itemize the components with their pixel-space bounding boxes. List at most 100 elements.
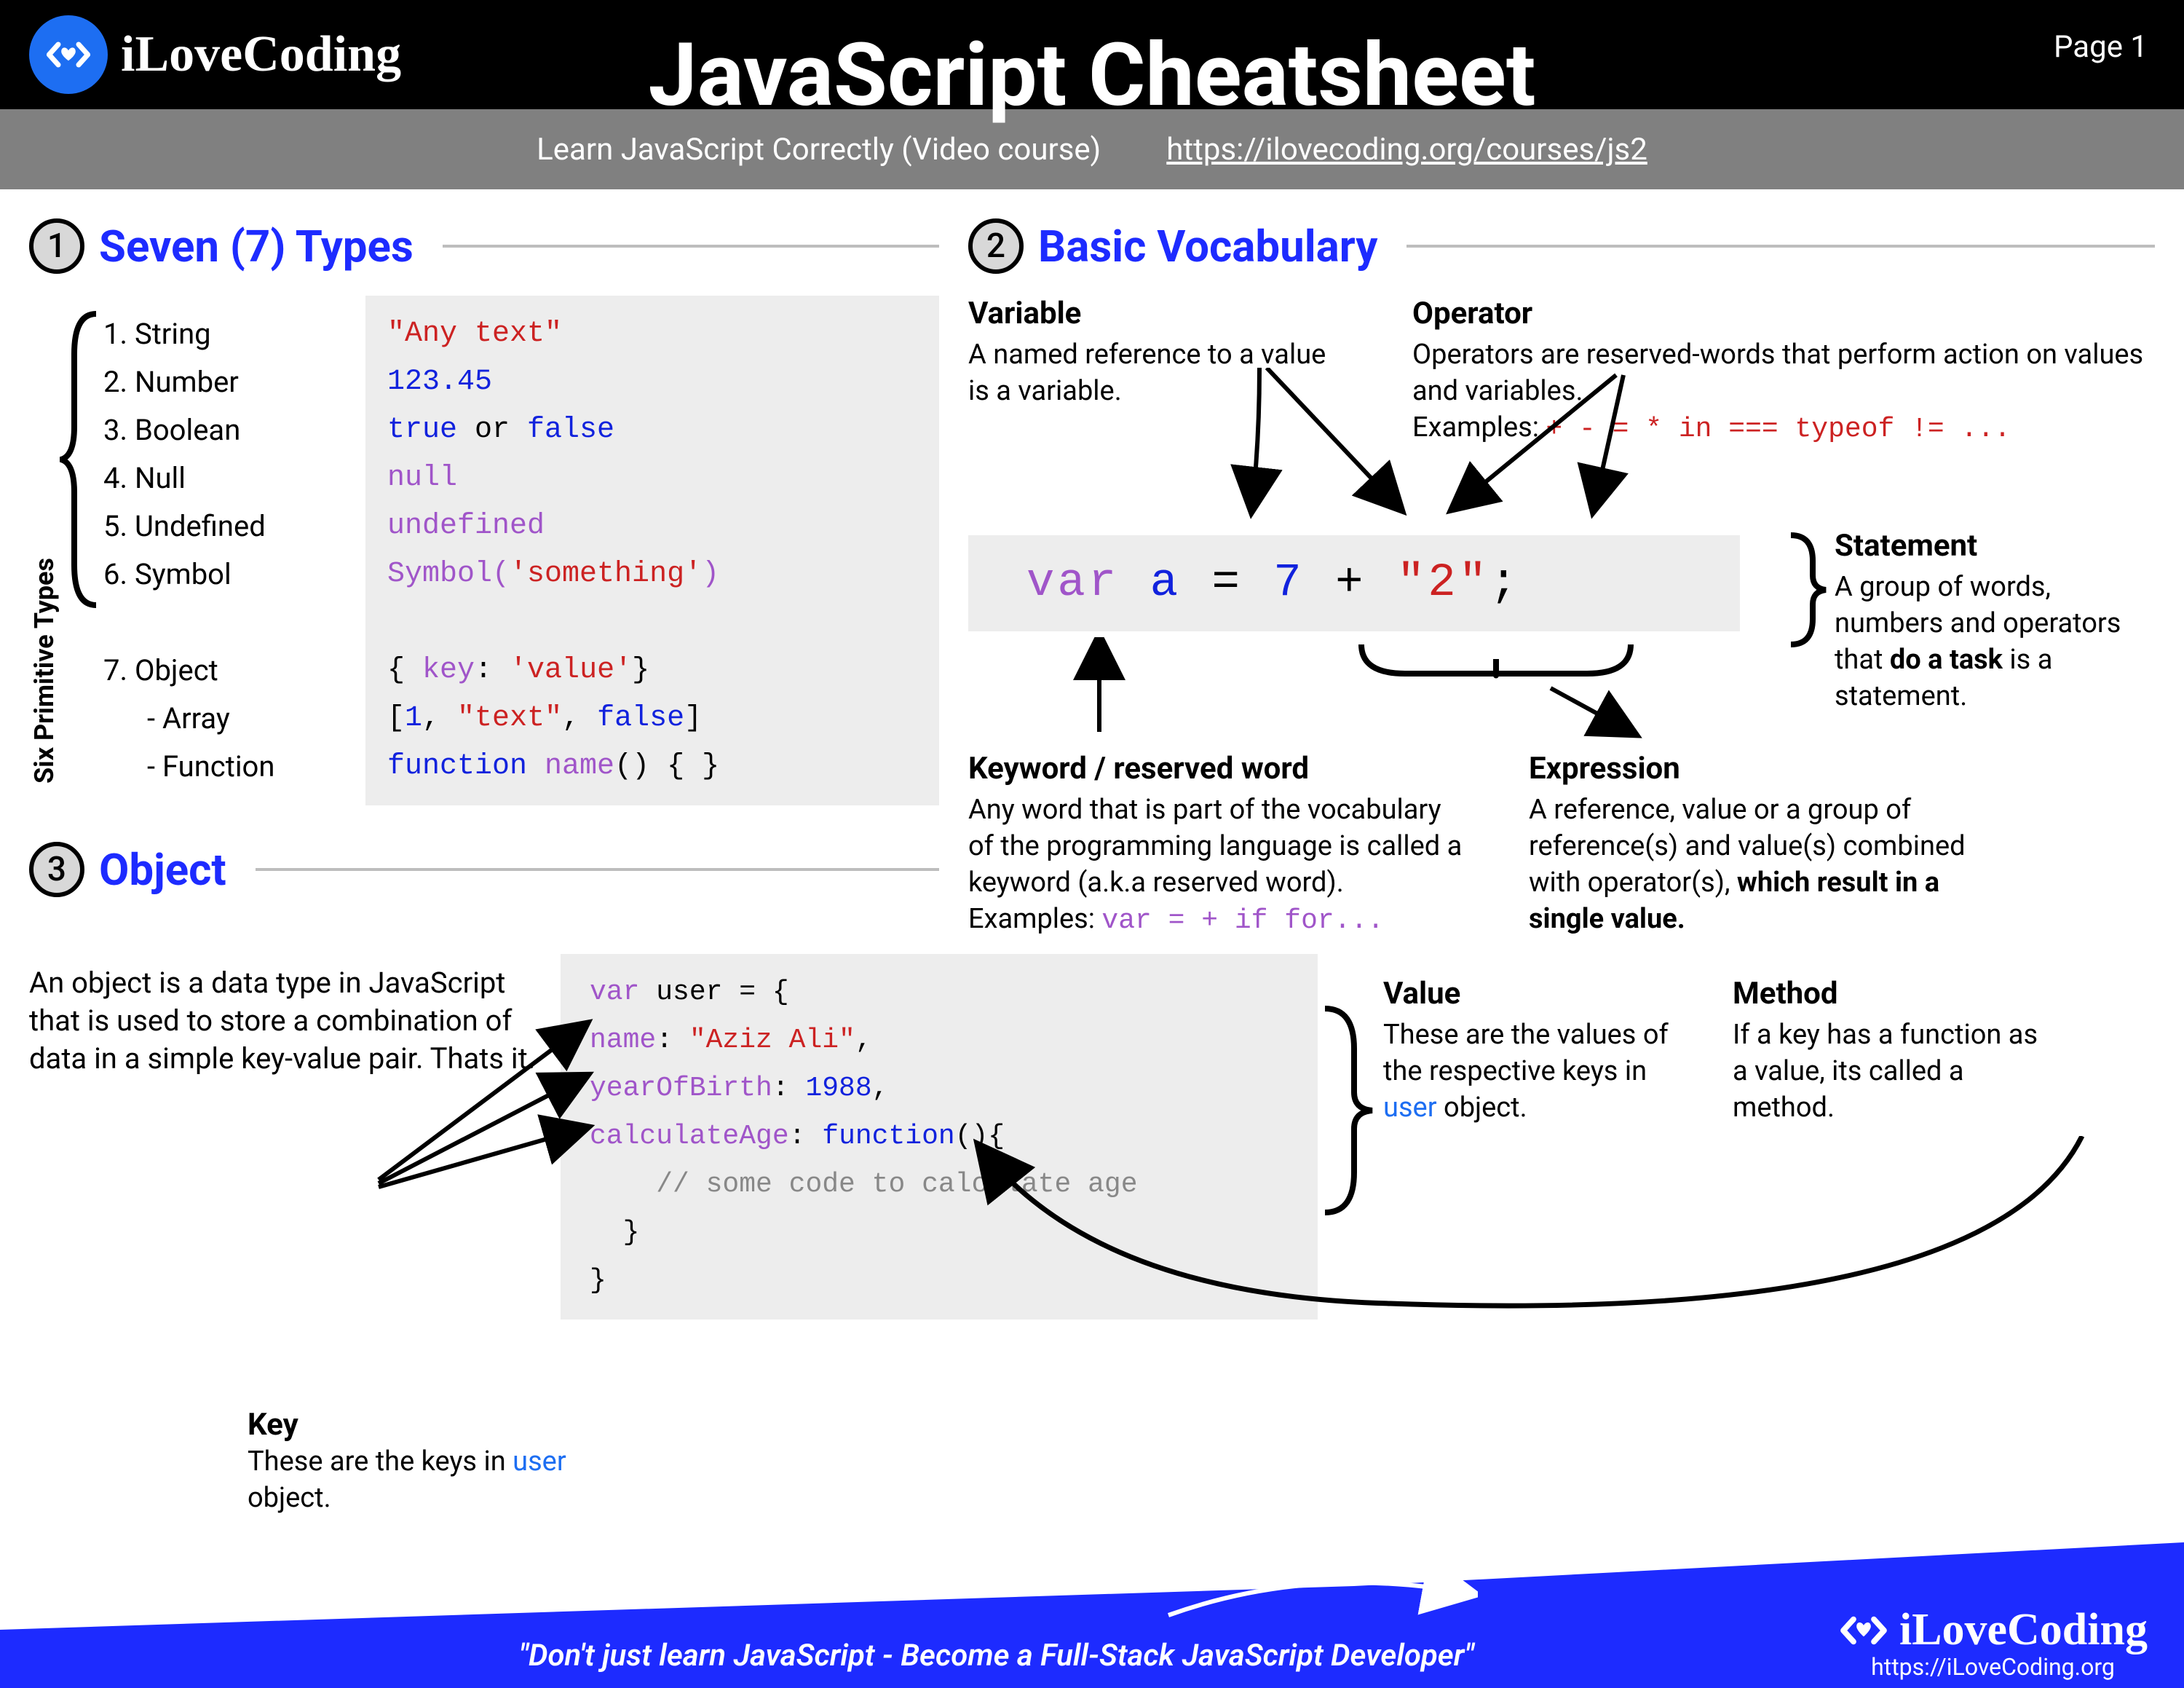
key-h: Key [248, 1407, 568, 1443]
page-number: Page 1 [2054, 29, 2148, 65]
type-undefined: 5. Undefined [103, 502, 365, 551]
section-1-title: Seven (7) Types [99, 221, 414, 272]
oc-c1: : [656, 1025, 689, 1056]
code-heart-icon [1838, 1605, 1889, 1656]
method-def: Method If a key has a function as a valu… [1733, 976, 2038, 1126]
st-t2: do a task [1890, 644, 2003, 676]
section-3-num: 3 [29, 842, 84, 897]
key-def: Key These are the keys in user object. [248, 1407, 568, 1516]
course-label: Learn JavaScript Correctly (Video course… [537, 132, 1101, 167]
section-1-num: 1 [29, 218, 84, 274]
type-function: - Function [103, 743, 365, 791]
logo: iLoveCoding [29, 15, 401, 94]
footer: "Don't just learn JavaScript - Become a … [0, 1542, 2184, 1688]
tok-plus: + [1335, 557, 1366, 610]
op-ex: + - = * in === typeof != ... [1546, 414, 2011, 445]
footer-url[interactable]: https://iLoveCoding.org [1871, 1653, 2115, 1681]
type-number: 2. Number [103, 358, 365, 406]
arr-c1: , [422, 702, 440, 735]
tok-a: a [1150, 557, 1181, 610]
brace-icon [60, 296, 103, 805]
exp-h: Expression [1529, 751, 1966, 787]
val-h: Value [1383, 976, 1689, 1012]
brace-right-icon [1784, 532, 1827, 648]
arr-c2: , [562, 702, 579, 735]
oc-yob-k: yearOfBirth [590, 1073, 772, 1104]
brace-values-icon [1318, 1005, 1376, 1216]
type-null: 4. Null [103, 454, 365, 502]
footer-logo: iLoveCoding https://iLoveCoding.org [1838, 1604, 2148, 1681]
course-link[interactable]: https://ilovecoding.org/courses/js2 [1166, 132, 1647, 167]
tok-7: 7 [1273, 557, 1304, 610]
oc-cb1: } [590, 1217, 639, 1248]
meth-h: Method [1733, 976, 2038, 1012]
oc-brace: = { [739, 977, 788, 1008]
arr-1: 1 [405, 702, 422, 735]
primitive-types-label: Six Primitive Types [29, 296, 60, 805]
variable-def: Variable A named reference to a value is… [968, 296, 1347, 448]
variable-h: Variable [968, 296, 1347, 332]
value-def: Value These are the values of the respec… [1383, 976, 1689, 1126]
arr-b1: [ [387, 702, 405, 735]
ex-null: null [387, 462, 457, 494]
section-3-title: Object [99, 844, 226, 896]
obj-key: key [422, 654, 475, 687]
ex-sym3: ) [702, 558, 719, 591]
type-array: - Array [103, 695, 365, 743]
footer-arrow-icon [1165, 1571, 1478, 1622]
oc-name-k: name [590, 1025, 656, 1056]
operator-h: Operator [1412, 296, 2155, 332]
footer-quote: "Don't just learn JavaScript - Become a … [519, 1638, 1474, 1673]
expression-def: Expression A reference, value or a group… [1529, 751, 1966, 939]
tok-str: "2" [1397, 557, 1489, 610]
footer-brand: iLoveCoding [1899, 1604, 2148, 1656]
ex-string: "Any text" [387, 318, 562, 350]
section-2-title: Basic Vocabulary [1038, 221, 1377, 272]
tok-eq: = [1211, 557, 1242, 610]
oc-comment: // some code to calculate age [590, 1169, 1138, 1200]
types-list: 1. String 2. Number 3. Boolean 4. Null 5… [103, 296, 365, 805]
divider [1406, 245, 2155, 248]
oc-name-v: "Aziz Ali" [689, 1025, 855, 1056]
code-heart-icon [43, 29, 94, 80]
keyword-def: Keyword / reserved word Any word that is… [968, 751, 1463, 939]
ex-sym2: 'something' [510, 558, 702, 591]
key-user: user [513, 1446, 566, 1478]
vocab-code: var a = 7 + "2"; [968, 535, 1740, 631]
divider [443, 245, 939, 248]
oc-yob-v: 1988 [805, 1073, 871, 1104]
oc-c2: : [772, 1073, 806, 1104]
op-ex-lbl: Examples: [1412, 411, 1546, 443]
oc-user: user [639, 977, 739, 1008]
oc-comma2: , [872, 1073, 889, 1104]
oc-fn: function [822, 1121, 954, 1152]
val-t1: These are the values of the respective k… [1383, 1019, 1669, 1087]
section-2-header: 2 Basic Vocabulary [968, 218, 2155, 274]
oc-cb2: } [590, 1265, 606, 1296]
operator-t: Operators are reserved-words that perfor… [1412, 336, 2155, 409]
oc-calc-k: calculateAge [590, 1121, 789, 1152]
ex-false: false [527, 414, 614, 446]
type-object: 7. Object [103, 647, 365, 695]
ex-true: true [387, 414, 457, 446]
brand-text: iLoveCoding [121, 25, 401, 84]
kw-h: Keyword / reserved word [968, 751, 1463, 787]
operator-def: Operator Operators are reserved-words th… [1412, 296, 2155, 448]
object-code: var user = { name: "Aziz Ali", yearOfBir… [561, 954, 1318, 1320]
logo-badge [29, 15, 108, 94]
ex-undef: undefined [387, 510, 545, 543]
statement-def: Statement A group of words, numbers and … [1835, 528, 2155, 714]
ex-number: 123.45 [387, 366, 492, 398]
object-desc: An object is a data type in JavaScript t… [29, 954, 539, 1078]
obj-c: : [475, 654, 510, 687]
val-t3: object. [1437, 1092, 1527, 1124]
key-t1: These are the keys in [248, 1446, 513, 1478]
kw-ex-l: Examples: [968, 903, 1101, 935]
oc-fnb: (){ [955, 1121, 1005, 1152]
obj-val: 'value' [510, 654, 632, 687]
key-t3: object. [248, 1482, 331, 1514]
kw-t: Any word that is part of the vocabulary … [968, 792, 1463, 901]
header-black: iLoveCoding JavaScript Cheatsheet Page 1 [0, 0, 2184, 109]
tok-var: var [1026, 557, 1119, 610]
arr-f: false [579, 702, 684, 735]
